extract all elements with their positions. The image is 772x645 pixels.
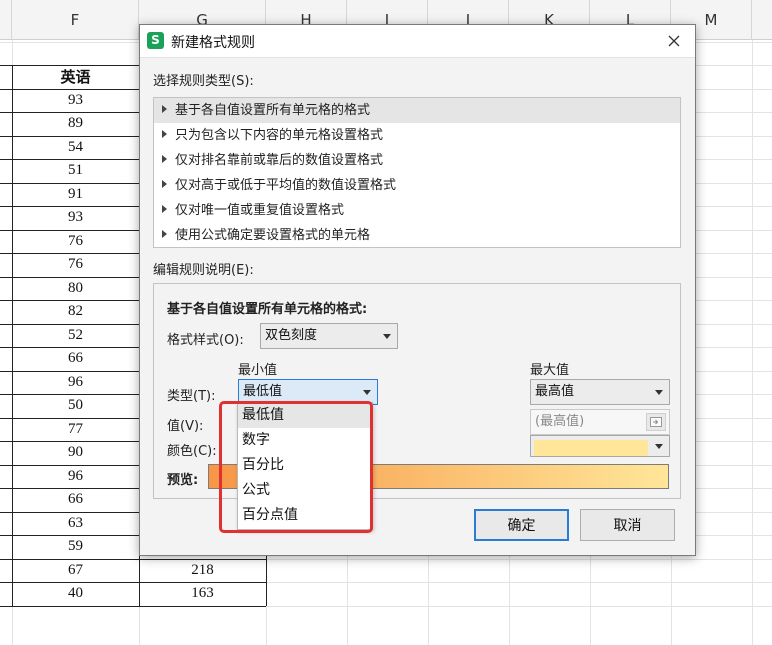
table-cell-english-score[interactable]: 52: [12, 324, 139, 347]
max-type-value: 最高值: [535, 384, 575, 399]
triangle-right-icon: [162, 205, 167, 213]
table-cell-english-score[interactable]: 67: [12, 559, 139, 582]
table-cell-english-score[interactable]: 96: [12, 371, 139, 394]
chevron-down-icon: [363, 390, 371, 395]
max-color-select[interactable]: [530, 435, 670, 457]
table-cell-english-score[interactable]: 76: [12, 253, 139, 276]
rule-type-label: 仅对唯一值或重复值设置格式: [175, 203, 345, 218]
chevron-down-icon: [655, 444, 663, 449]
table-header-english[interactable]: 英语: [12, 67, 139, 90]
triangle-right-icon: [162, 230, 167, 238]
wps-spreadsheet-icon: S: [147, 32, 164, 49]
format-style-value: 双色刻度: [265, 328, 318, 343]
table-cell-english-score[interactable]: 90: [12, 441, 139, 464]
table-cell-english-score[interactable]: 59: [12, 535, 139, 558]
table-cell-english-score[interactable]: 93: [12, 89, 139, 112]
table-cell-english-score[interactable]: 77: [12, 418, 139, 441]
table-cell-english-score[interactable]: 54: [12, 136, 139, 159]
range-picker-button[interactable]: [646, 413, 666, 431]
ok-button[interactable]: 确定: [474, 509, 569, 541]
dropdown-option-number[interactable]: 数字: [238, 428, 372, 453]
column-label: M: [704, 10, 718, 29]
format-style-select[interactable]: 双色刻度: [260, 323, 398, 349]
rule-type-item[interactable]: 使用公式确定要设置格式的单元格: [154, 223, 680, 248]
cancel-button[interactable]: 取消: [580, 509, 675, 541]
select-rule-type-label: 选择规则类型(S):: [153, 74, 254, 89]
triangle-right-icon: [162, 130, 167, 138]
chevron-down-icon: [383, 334, 391, 339]
maximum-header: 最大值: [530, 363, 570, 378]
close-button[interactable]: [661, 29, 687, 53]
rule-type-label: 仅对高于或低于平均值的数值设置格式: [175, 178, 397, 193]
minimum-header: 最小值: [238, 363, 278, 378]
max-value-placeholder: (最高值): [535, 414, 585, 429]
dropdown-option-percent[interactable]: 百分比: [238, 453, 372, 478]
table-cell-english-score[interactable]: 96: [12, 465, 139, 488]
max-color-swatch: [534, 440, 648, 456]
type-label: 类型(T):: [167, 389, 216, 404]
rule-type-label: 使用公式确定要设置格式的单元格: [175, 228, 371, 243]
max-value-input[interactable]: (最高值): [530, 409, 670, 435]
table-cell-column-g[interactable]: 163: [139, 582, 266, 605]
table-cell-english-score[interactable]: 66: [12, 488, 139, 511]
rule-type-list[interactable]: 基于各自值设置所有单元格的格式 只为包含以下内容的单元格设置格式 仅对排名靠前或…: [153, 97, 681, 248]
triangle-right-icon: [162, 180, 167, 188]
table-cell-english-score[interactable]: 89: [12, 112, 139, 135]
table-cell-english-score[interactable]: 76: [12, 230, 139, 253]
table-cell-english-score[interactable]: 51: [12, 159, 139, 182]
triangle-right-icon: [162, 105, 167, 113]
min-type-dropdown-list[interactable]: 最低值 数字 百分比 公式 百分点值: [237, 402, 373, 530]
rule-type-item[interactable]: 只为包含以下内容的单元格设置格式: [154, 123, 680, 148]
column-label: F: [70, 10, 80, 29]
table-cell-english-score[interactable]: 93: [12, 206, 139, 229]
dropdown-option-formula[interactable]: 公式: [238, 478, 372, 503]
color-label: 颜色(C):: [167, 444, 217, 459]
column-header-e[interactable]: [0, 0, 12, 40]
value-label: 值(V):: [167, 419, 204, 434]
table-cell-english-score[interactable]: 50: [12, 394, 139, 417]
table-cell-english-score[interactable]: 91: [12, 183, 139, 206]
dropdown-option-lowest[interactable]: 最低值: [238, 403, 372, 428]
grid-column-line: [752, 40, 753, 645]
rule-type-item[interactable]: 仅对高于或低于平均值的数值设置格式: [154, 173, 680, 198]
rule-type-label: 仅对排名靠前或靠后的数值设置格式: [175, 153, 384, 168]
dialog-title: 新建格式规则: [171, 35, 255, 51]
table-cell-english-score[interactable]: 40: [12, 582, 139, 605]
table-cell-english-score[interactable]: 63: [12, 512, 139, 535]
table-cell-column-g[interactable]: 218: [139, 559, 266, 582]
column-header-f[interactable]: F: [12, 0, 139, 40]
new-format-rule-dialog: S 新建格式规则 选择规则类型(S): 基于各自值设置所有单元格的格式 只为包含…: [139, 24, 696, 556]
rule-type-item[interactable]: 基于各自值设置所有单元格的格式: [154, 98, 680, 123]
description-heading: 基于各自值设置所有单元格的格式:: [167, 302, 368, 317]
format-style-label: 格式样式(O):: [167, 333, 244, 348]
range-picker-icon: [650, 417, 662, 427]
edit-rule-description-label: 编辑规则说明(E):: [153, 263, 254, 278]
rule-type-item[interactable]: 仅对唯一值或重复值设置格式: [154, 198, 680, 223]
rule-type-label: 基于各自值设置所有单元格的格式: [175, 103, 371, 118]
rule-type-item[interactable]: 仅对排名靠前或靠后的数值设置格式: [154, 148, 680, 173]
rule-description-panel: 基于各自值设置所有单元格的格式: 格式样式(O): 双色刻度 最小值 最大值 类…: [153, 283, 681, 499]
table-cell-english-score[interactable]: 80: [12, 277, 139, 300]
table-cell-english-score[interactable]: 66: [12, 347, 139, 370]
rule-type-label: 只为包含以下内容的单元格设置格式: [175, 128, 384, 143]
max-type-select[interactable]: 最高值: [530, 379, 670, 405]
dropdown-option-percentile[interactable]: 百分点值: [238, 503, 372, 528]
close-icon: [668, 35, 680, 47]
triangle-right-icon: [162, 155, 167, 163]
table-border-horizontal: [0, 606, 266, 607]
preview-label: 预览:: [167, 473, 199, 488]
min-type-value: 最低值: [243, 384, 283, 399]
table-cell-english-score[interactable]: 82: [12, 300, 139, 323]
column-header-n[interactable]: [752, 0, 772, 40]
dialog-titlebar[interactable]: S 新建格式规则: [140, 25, 695, 58]
chevron-down-icon: [655, 390, 663, 395]
